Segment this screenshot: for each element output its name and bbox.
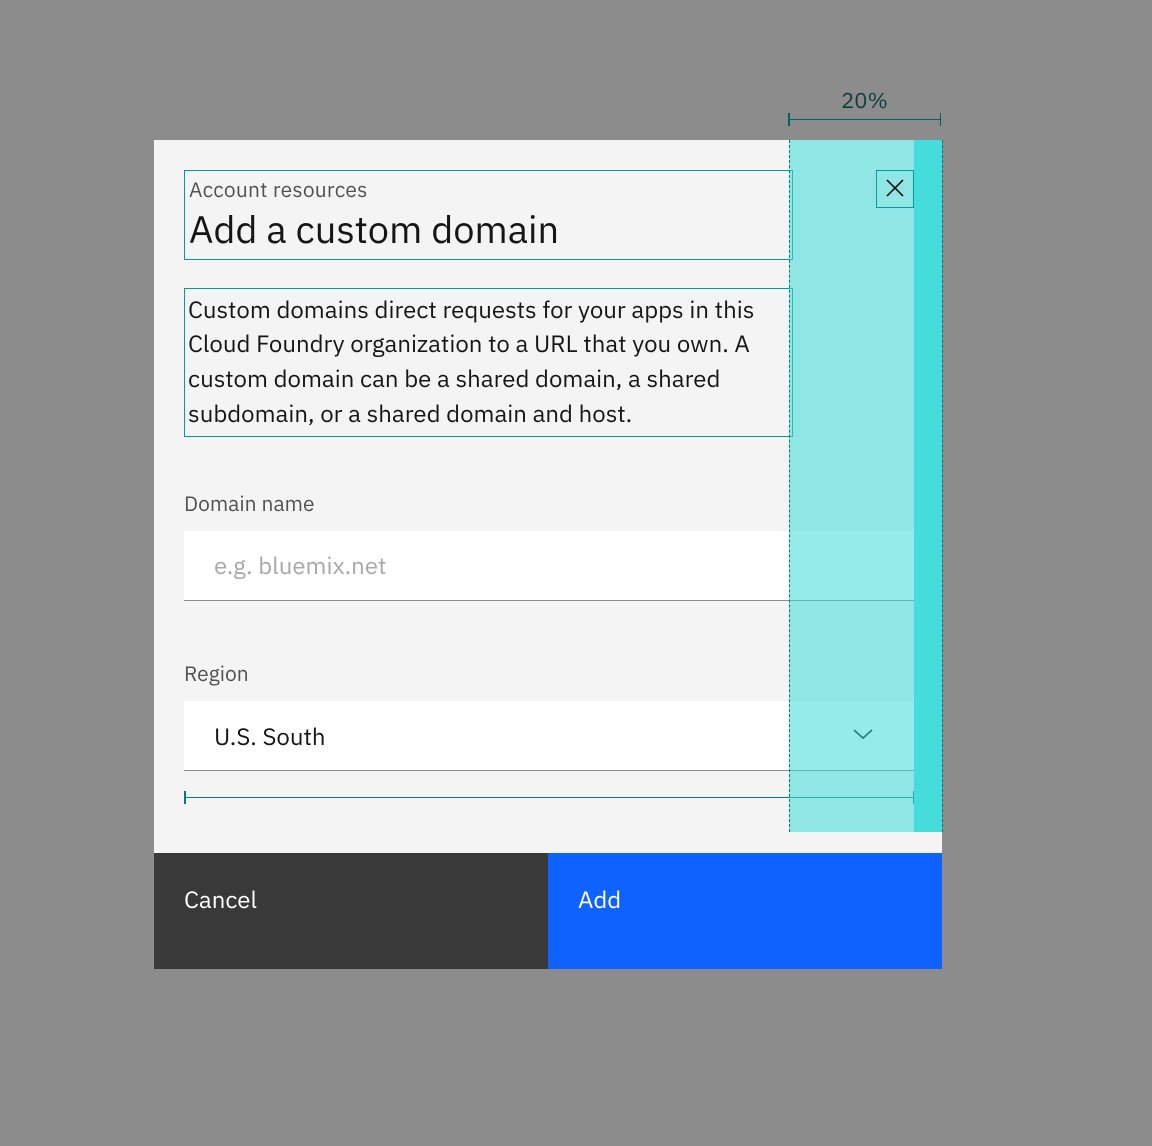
add-button[interactable]: Add <box>548 853 942 969</box>
domain-name-field: Domain name <box>184 489 912 601</box>
modal-body: Account resources Add a custom domain Cu… <box>154 140 942 853</box>
modal-description-box: Custom domains direct requests for your … <box>184 288 793 437</box>
region-label: Region <box>184 659 912 687</box>
close-icon <box>885 178 905 201</box>
width-measurement-bracket <box>184 797 914 809</box>
add-domain-modal: Account resources Add a custom domain Cu… <box>154 140 942 969</box>
measurement-label: 20% <box>788 86 941 115</box>
modal-footer: Cancel Add <box>154 853 942 969</box>
modal-description: Custom domains direct requests for your … <box>188 292 787 431</box>
modal-header: Account resources Add a custom domain <box>184 170 793 260</box>
close-button[interactable] <box>876 170 914 208</box>
modal-title: Add a custom domain <box>189 207 788 253</box>
region-select[interactable]: U.S. South <box>184 701 914 771</box>
cancel-button[interactable]: Cancel <box>154 853 548 969</box>
region-field: Region U.S. South <box>184 659 912 809</box>
measurement-annotation: 20% <box>788 86 941 131</box>
region-select-wrap: U.S. South <box>184 701 914 771</box>
domain-name-input[interactable] <box>184 531 914 601</box>
modal-eyebrow: Account resources <box>189 175 788 203</box>
spec-guide-line <box>942 140 943 832</box>
domain-name-label: Domain name <box>184 489 912 517</box>
measurement-bracket <box>788 119 941 131</box>
